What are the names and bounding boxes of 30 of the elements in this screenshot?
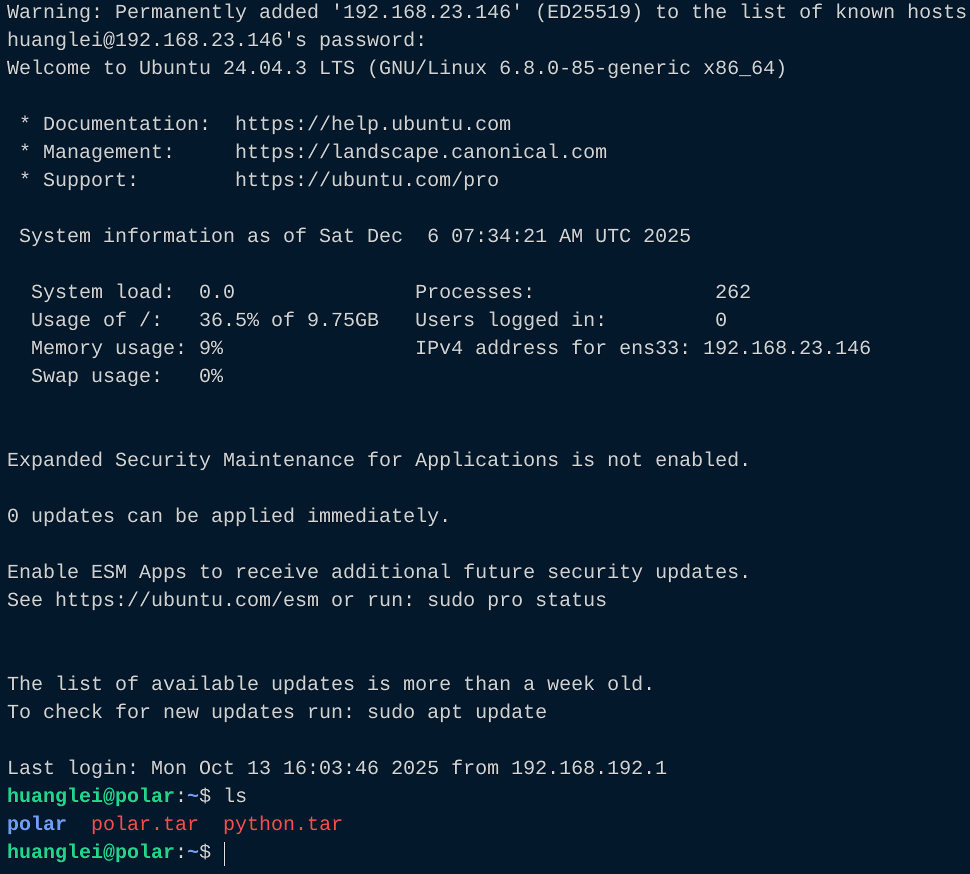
prompt-path: ~ <box>187 841 200 867</box>
terminal-text: : <box>175 785 188 811</box>
terminal-text: * Documentation: https://help.ubuntu.com <box>18 113 512 139</box>
terminal-text: 0 updates can be applied immediately. <box>7 505 452 531</box>
terminal-text: Enable ESM Apps to receive additional future security updates. <box>7 561 752 587</box>
prompt-user-host: huanglei@polar <box>7 841 176 867</box>
terminal-text: : <box>175 841 188 867</box>
archive-file-name: polar.tar <box>91 813 200 839</box>
terminal-text: Welcome to Ubuntu 24.04.3 LTS (GNU/Linux 6.8.0-85-generic x86_64) <box>7 57 788 83</box>
prompt-user-host: huanglei@polar <box>7 785 176 811</box>
terminal-text: huanglei@192.168.23.146's password: <box>7 29 428 55</box>
terminal-text: $ ls <box>199 785 248 811</box>
terminal-text: See https://ubuntu.com/esm or run: sudo pro status <box>7 589 608 615</box>
terminal-text: To check for new updates run: sudo apt update <box>7 701 548 727</box>
cursor-icon <box>224 842 226 866</box>
terminal-text: Last login: Mon Oct 13 16:03:46 2025 from 192.168.192.1 <box>7 757 668 783</box>
terminal-text: System load: 0.0 Processes: 262 <box>30 281 752 307</box>
directory-name: polar <box>7 813 68 839</box>
terminal-text: Expanded Security Maintenance for Applications is not enabled. <box>7 449 752 475</box>
terminal-text: * Management: https://landscape.canonical.com <box>18 141 608 167</box>
terminal-text: System information as of Sat Dec 6 07:34:21 AM UTC 2025 <box>18 225 692 251</box>
terminal-text: $ <box>199 841 212 867</box>
terminal-text: * Support: https://ubuntu.com/pro <box>18 169 500 195</box>
terminal-text: The list of available updates is more than a week old. <box>7 673 656 699</box>
archive-file-name: python.tar <box>223 813 344 839</box>
terminal-text: Swap usage: 0% <box>30 365 224 391</box>
terminal-text: Usage of /: 36.5% of 9.75GB Users logged in: 0 <box>30 309 728 335</box>
terminal-text: Warning: Permanently added '192.168.23.146' (ED25519) to the list of known hosts <box>7 1 968 27</box>
prompt-path: ~ <box>187 785 200 811</box>
terminal-text: Memory usage: 9% IPv4 address for ens33: 192.168.23.146 <box>30 337 872 363</box>
